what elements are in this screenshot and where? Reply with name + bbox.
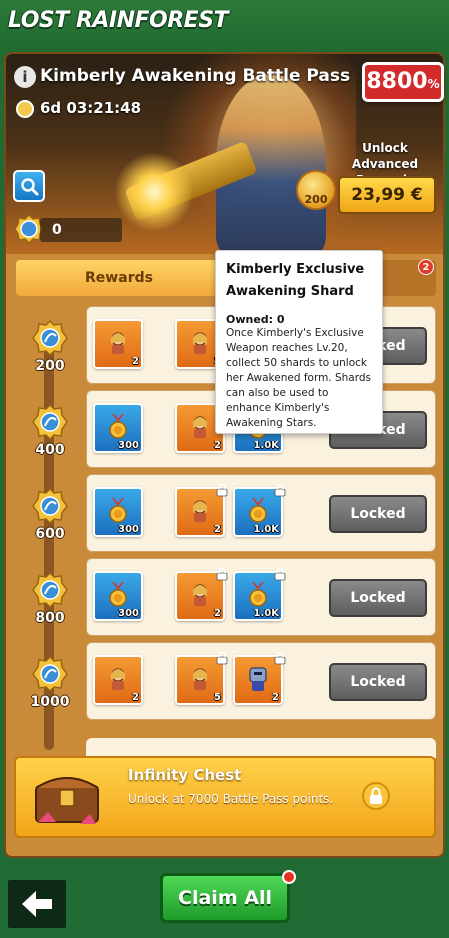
reward-quantity: 1.0K: [253, 524, 279, 535]
tier-level-number: 400: [35, 442, 65, 458]
reward-quantity: 2: [214, 524, 221, 535]
locked-button[interactable]: Locked: [329, 579, 427, 617]
tier-level-number: 1000: [30, 694, 70, 710]
tooltip-title: Kimberly Exclusive Awakening Shard: [226, 262, 365, 299]
reward-adv1[interactable]: 2: [175, 483, 228, 537]
reward-quantity: 5: [214, 692, 221, 703]
locked-button[interactable]: Locked: [329, 495, 427, 533]
level-badge-icon: [32, 404, 68, 440]
level-badge-icon: [32, 488, 68, 524]
reward-free[interactable]: 2: [93, 319, 143, 369]
reward-adv2[interactable]: 2: [233, 651, 286, 705]
reward-adv1[interactable]: 2: [175, 567, 228, 621]
reward-quantity: 1.0K: [253, 608, 279, 619]
chest-subtitle: Unlock at 7000 Battle Pass points.: [128, 792, 334, 806]
tooltip-description: Once Kimberly's Exclusive Weapon reaches…: [226, 327, 372, 429]
game-title: LOST RAINFOREST: [8, 8, 229, 33]
tooltip-owned: Owned: 0: [226, 313, 285, 326]
clock-icon: [16, 100, 34, 118]
reward-quantity: 1.0K: [253, 440, 279, 451]
reward-adv1[interactable]: 5: [175, 651, 228, 705]
locked-button[interactable]: Locked: [329, 663, 427, 701]
reward-quantity: 2: [214, 440, 221, 451]
level-badge-icon: [32, 320, 68, 356]
info-icon[interactable]: i: [14, 66, 36, 88]
reward-free[interactable]: 2: [93, 655, 143, 705]
lock-icon: [216, 651, 228, 665]
lock-icon: [274, 567, 286, 581]
reward-free[interactable]: 300: [93, 403, 143, 453]
item-tooltip: Kimberly Exclusive Awakening Shard Owned…: [215, 250, 383, 434]
reward-free[interactable]: 300: [93, 571, 143, 621]
tier-row: 300 2 1.0K Locked: [86, 474, 436, 552]
reward-free[interactable]: 300: [93, 487, 143, 537]
discount-unit: %: [427, 77, 440, 91]
reward-quantity: 2: [214, 608, 221, 619]
reward-quantity: 2: [272, 692, 279, 703]
purchase-price-button[interactable]: 23,99 €: [338, 176, 436, 214]
search-icon: [21, 178, 39, 196]
tier-level-number: 200: [35, 358, 65, 374]
lock-icon: [274, 651, 286, 665]
back-button[interactable]: [8, 880, 66, 928]
level-badge-icon: [32, 572, 68, 608]
claim-all-button[interactable]: Claim All: [160, 873, 290, 923]
lock-icon: [216, 567, 228, 581]
tier-row: 300 2 1.0K Locked: [86, 558, 436, 636]
lock-icon: [216, 483, 228, 497]
tab-rewards[interactable]: Rewards: [16, 260, 222, 296]
discount-value: 8800: [366, 69, 428, 94]
back-arrow-icon: [22, 891, 52, 917]
tier-level-number: 600: [35, 526, 65, 542]
chest-icon: [35, 777, 99, 824]
tier-row: 2 5 2 Locked: [86, 642, 436, 720]
top-bar: LOST RAINFOREST: [0, 0, 449, 50]
claim-notification-dot: [282, 870, 296, 884]
chest-title: Infinity Chest: [128, 766, 242, 784]
reward-quantity: 300: [118, 524, 139, 535]
lock-icon: [362, 782, 390, 810]
infinity-chest-bar[interactable]: Infinity Chest Unlock at 7000 Battle Pas…: [14, 756, 436, 838]
reward-quantity: 2: [132, 692, 139, 703]
discount-badge: 8800%: [362, 62, 444, 102]
pass-title: Kimberly Awakening Battle Pass: [40, 66, 351, 86]
notification-badge: 2: [418, 259, 434, 275]
points-counter: 0: [40, 218, 122, 242]
reward-quantity: 300: [118, 608, 139, 619]
tier-row-partial: [86, 738, 436, 758]
search-button[interactable]: [13, 170, 45, 202]
lock-icon: [274, 483, 286, 497]
reward-quantity: 2: [132, 356, 139, 367]
level-badge-icon: [32, 656, 68, 692]
tier-level-number: 800: [35, 610, 65, 626]
muzzle-flash: [114, 152, 194, 232]
reward-quantity: 300: [118, 440, 139, 451]
reward-adv2[interactable]: 1.0K: [233, 483, 286, 537]
gold-reward-amount: 200: [304, 193, 328, 206]
reward-adv2[interactable]: 1.0K: [233, 567, 286, 621]
countdown-timer: 6d 03:21:48: [40, 99, 142, 117]
